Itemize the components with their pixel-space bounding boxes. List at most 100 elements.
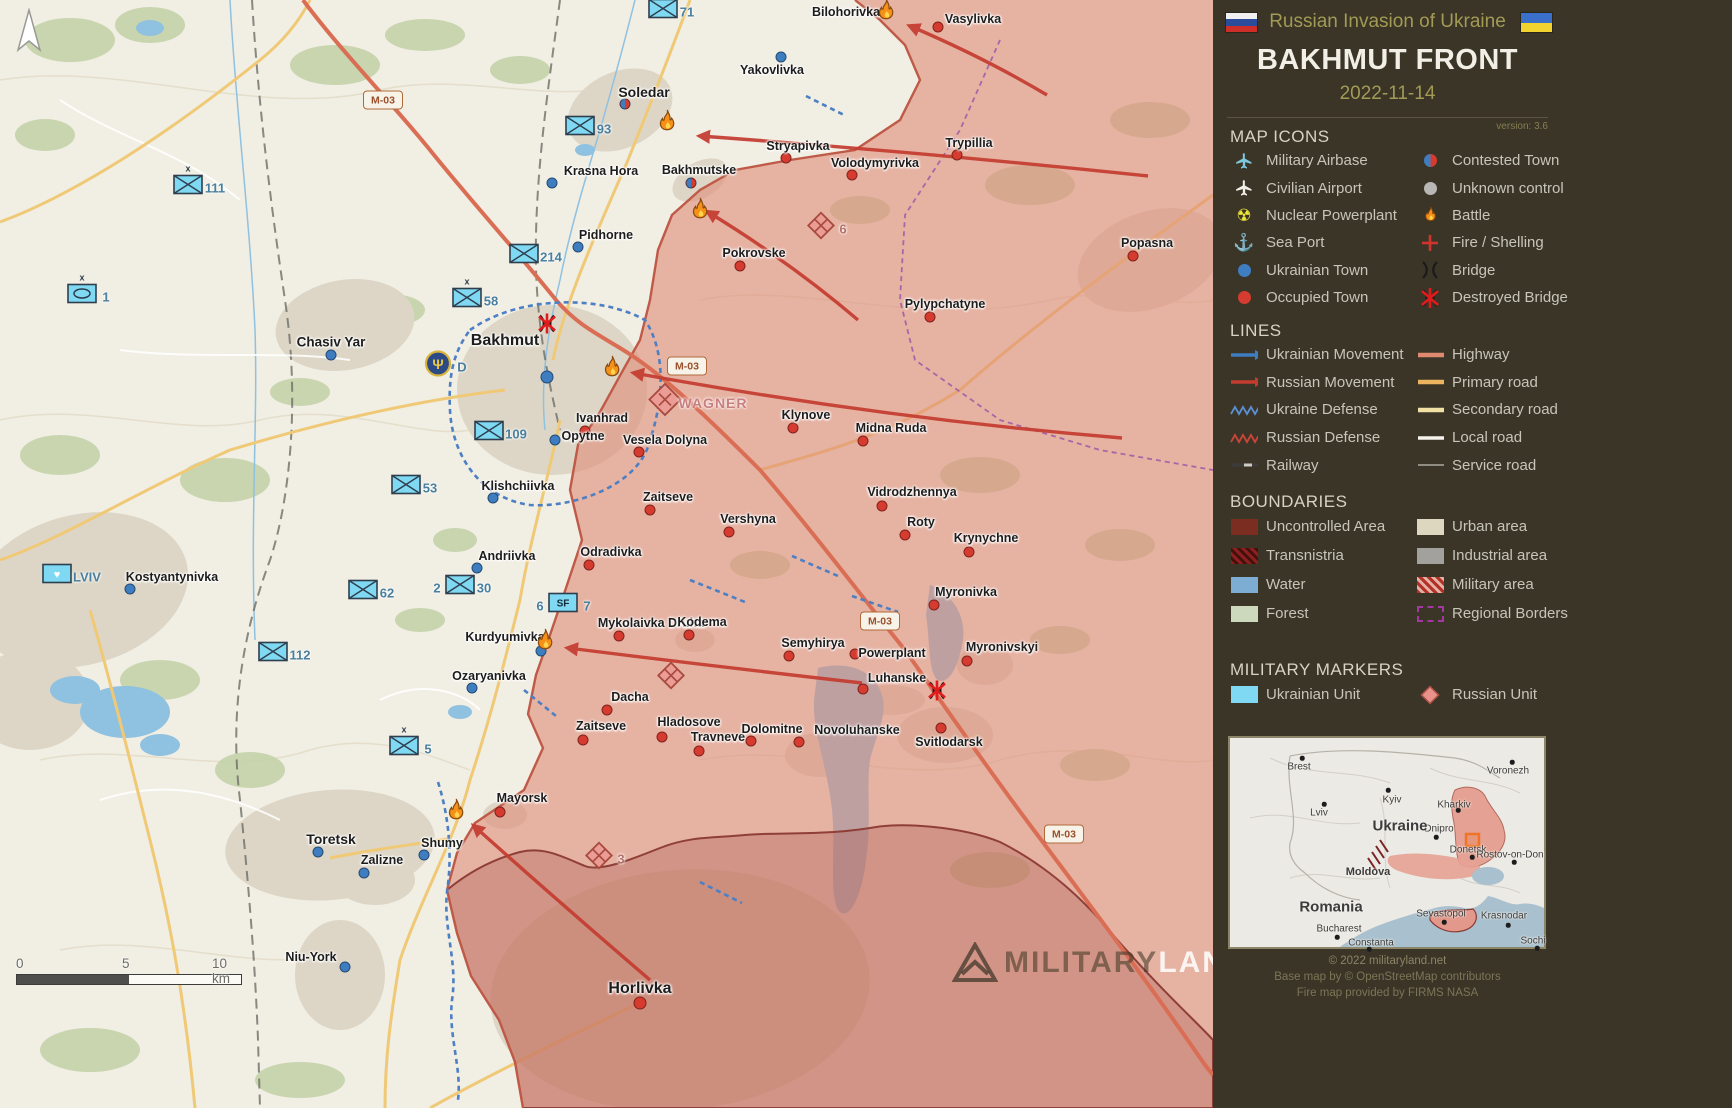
town-label: Trypillia	[945, 136, 992, 150]
uncontrolled-area-swatch	[1231, 519, 1258, 535]
battle-marker	[532, 628, 559, 660]
legend-label: Sea Port	[1266, 234, 1408, 251]
ukrainian-unit-swatch	[1231, 686, 1258, 703]
ua-unit-label: 7	[583, 599, 590, 614]
ua-unit-label: 112	[290, 648, 311, 663]
town-label: Soledar	[618, 84, 669, 100]
town-label: Dolomitne	[741, 722, 802, 736]
battle-marker	[687, 197, 714, 229]
town-marker	[419, 850, 430, 861]
road-shield-m03: M-03	[1044, 825, 1084, 844]
destroyed-bridge-icon	[536, 314, 558, 334]
battle-flame-icon	[687, 197, 714, 224]
credit-line: © 2022 militaryland.net	[1227, 953, 1548, 969]
town-label: Zalizne	[361, 853, 403, 867]
town-marker	[900, 530, 911, 541]
town-label: Pidhorne	[579, 228, 633, 242]
town-label: Kodema	[677, 615, 726, 629]
town-label: Semyhirya	[781, 636, 844, 650]
legend-sidebar: Russian Invasion of Ukraine BAKHMUT FRON…	[1213, 0, 1732, 1108]
ua-unit	[648, 0, 678, 24]
inset-city-dot	[1506, 923, 1511, 928]
ukrainian-unit-icon	[648, 0, 678, 19]
inset-city-label: Sochi	[1520, 936, 1545, 947]
battle-marker	[599, 355, 626, 387]
town-marker	[858, 684, 869, 695]
ukrainian-town-icon	[1238, 264, 1251, 277]
ua-unit-label: 30	[477, 581, 491, 596]
town-label: Myronivskyi	[966, 640, 1038, 654]
town-label: Dacha	[611, 690, 649, 704]
watermark-land: LAND	[1158, 946, 1213, 979]
town-label: Chasiv Yar	[297, 335, 366, 350]
legend-label: Civilian Airport	[1266, 180, 1408, 197]
russian-unit-icon	[806, 211, 836, 241]
town-marker	[467, 683, 478, 694]
ua-unit-label: 1	[102, 290, 109, 305]
ukrainian-unit-icon	[452, 288, 482, 308]
ua-unit	[474, 421, 504, 446]
town-label: Vidrodzhennya	[867, 485, 956, 499]
legend-label: Urban area	[1452, 518, 1568, 535]
legend-label: Fire / Shelling	[1452, 234, 1568, 251]
ukraine-defense-icon	[1230, 404, 1258, 416]
special-unit-badge-icon: Ψ	[425, 350, 452, 377]
legend-label: Industrial area	[1452, 547, 1568, 564]
scale-0: 0	[16, 956, 24, 971]
town-label: Svitlodarsk	[915, 735, 982, 749]
destroyed-bridge-icon	[926, 681, 948, 701]
inset-city-dot	[1386, 788, 1391, 793]
ukrainian-unit-icon	[565, 116, 595, 136]
ru-unit-label: 3	[617, 852, 624, 867]
ua-unit-label: LVIV	[73, 570, 101, 585]
town-label: Vershyna	[720, 512, 776, 526]
page-subtitle: Russian Invasion of Ukraine	[1227, 11, 1548, 33]
town-label: Bakhmutske	[662, 163, 736, 177]
inset-city-label: Krasnodar	[1481, 911, 1527, 922]
ukrainian-movement-icon	[1230, 349, 1258, 361]
town-marker	[877, 501, 888, 512]
town-marker	[573, 242, 584, 253]
town-marker	[784, 651, 795, 662]
town-marker	[847, 170, 858, 181]
inset-city-dot	[1322, 802, 1327, 807]
section-title-boundaries: BOUNDARIES	[1230, 492, 1347, 512]
battle-marker	[654, 109, 681, 141]
road-shield-m03: M-03	[667, 357, 707, 376]
ua-unit-label: 5	[424, 742, 431, 757]
town-marker	[735, 261, 746, 272]
legend-label: Occupied Town	[1266, 289, 1408, 306]
inset-country-label: Moldova	[1346, 866, 1391, 878]
battle-marker	[443, 798, 470, 830]
legend-label: Uncontrolled Area	[1266, 518, 1408, 535]
town-marker	[684, 630, 695, 641]
ru-unit	[806, 211, 836, 246]
ru-unit-label: WAGNER	[679, 395, 748, 411]
page-title: BAKHMUT FRONT	[1227, 44, 1548, 77]
russian-unit-icon	[648, 383, 682, 417]
legend-label: Railway	[1266, 457, 1408, 474]
credit-line: Fire map provided by FIRMS NASA	[1227, 985, 1548, 1001]
ua-unit	[258, 642, 288, 667]
town-label: Opytne	[561, 429, 604, 443]
battle-flame-icon	[654, 109, 681, 136]
legend-label: Russian Defense	[1266, 429, 1408, 446]
ukrainian-unit-icon	[445, 575, 475, 595]
town-label: Myronivka	[935, 585, 997, 599]
military-area-swatch	[1417, 577, 1444, 593]
town-marker	[340, 962, 351, 973]
legend-label: Ukrainian Town	[1266, 262, 1408, 279]
ua-unit-label: 62	[380, 586, 394, 601]
destroyed-bridge-icon	[1419, 288, 1441, 308]
town-marker	[746, 736, 757, 747]
town-marker	[952, 150, 963, 161]
inset-city-dot	[1510, 760, 1515, 765]
ua-unit	[391, 475, 421, 500]
town-label: Yakovlivka	[740, 63, 804, 77]
town-label: Zaitseve	[576, 719, 626, 733]
town-marker	[925, 312, 936, 323]
ukrainian-unit-icon	[509, 244, 539, 264]
ukrainian-unit-icon	[474, 421, 504, 441]
battle-flame-icon	[532, 628, 559, 655]
town-label: Klishchiivka	[482, 479, 555, 493]
